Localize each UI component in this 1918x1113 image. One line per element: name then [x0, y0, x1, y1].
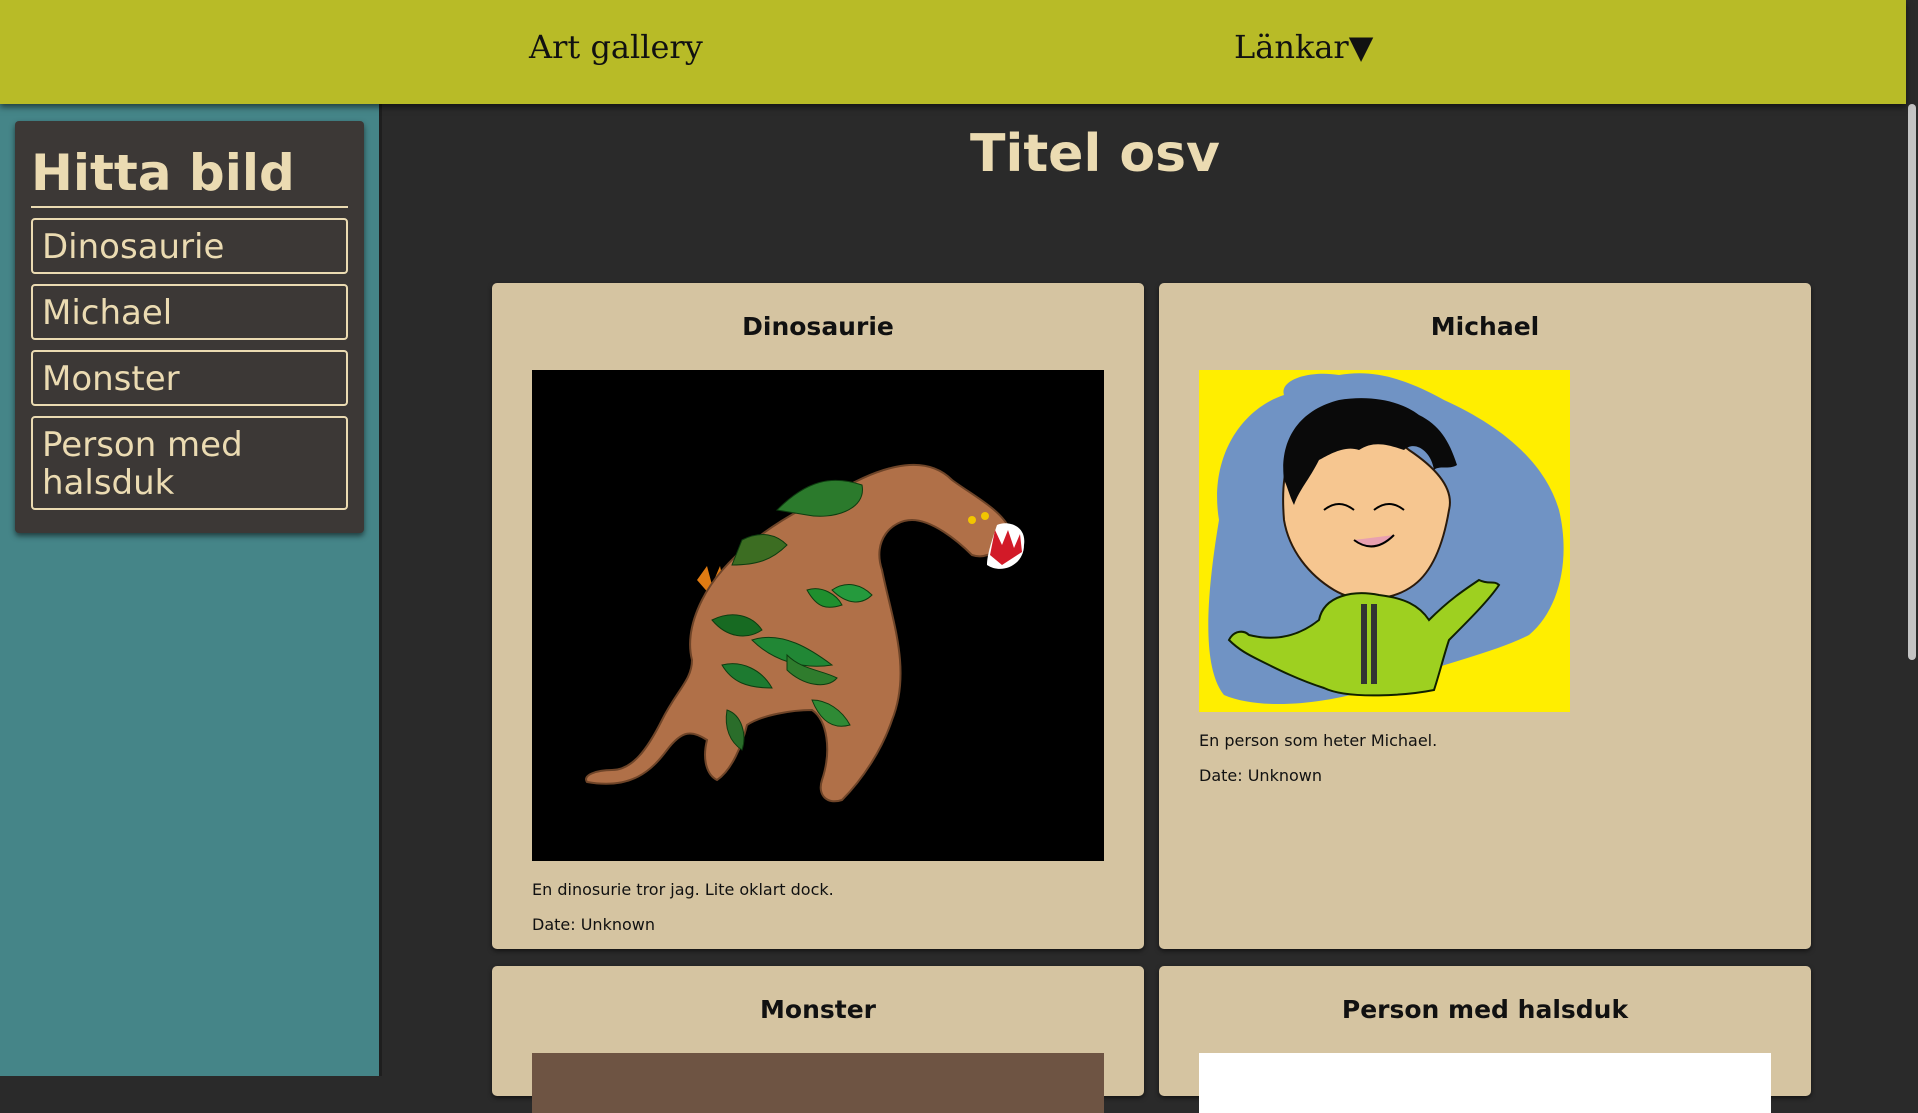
- find-link-monster[interactable]: Monster: [31, 350, 348, 406]
- page-title: Titel osv: [970, 124, 1220, 184]
- card-title: Dinosaurie: [742, 312, 894, 341]
- card-date: Date: Unknown: [532, 915, 655, 934]
- art-card-person-med-halsduk: Person med halsduk: [1159, 966, 1811, 1113]
- card-title: Person med halsduk: [1341, 995, 1629, 1024]
- art-card-monster: Monster: [492, 966, 1144, 1113]
- art-card-dinosaurie: Dinosaurie En dinosurie tror jag. Lite o…: [492, 283, 1144, 949]
- card-date: Date: Unknown: [1199, 766, 1322, 785]
- nav-links-dropdown[interactable]: Länkar▼: [1234, 28, 1373, 66]
- find-image-panel: Hitta bild Dinosaurie Michael Monster Pe…: [15, 121, 364, 533]
- find-link-dinosaurie[interactable]: Dinosaurie: [31, 218, 348, 274]
- card-title: Michael: [1430, 312, 1540, 341]
- top-navbar: Art gallery Länkar▼: [0, 0, 1906, 104]
- find-image-list: Dinosaurie Michael Monster Person med ha…: [31, 218, 348, 510]
- find-link-michael[interactable]: Michael: [31, 284, 348, 340]
- find-link-person-med-halsduk[interactable]: Person med halsduk: [31, 416, 348, 510]
- find-image-title: Hitta bild: [31, 145, 348, 208]
- person-med-halsduk-artwork: [1199, 1053, 1771, 1113]
- card-title: Monster: [760, 995, 876, 1024]
- nav-art-gallery-link[interactable]: Art gallery: [529, 28, 703, 66]
- card-description: En dinosurie tror jag. Lite oklart dock.: [532, 880, 834, 899]
- michael-artwork: [1199, 370, 1570, 712]
- monster-artwork: [532, 1053, 1104, 1113]
- scrollbar-thumb[interactable]: [1908, 104, 1916, 660]
- dinosaur-artwork: [532, 370, 1104, 861]
- art-card-michael: Michael En person som heter Michael. Dat…: [1159, 283, 1811, 949]
- card-description: En person som heter Michael.: [1199, 731, 1438, 750]
- sidebar: Hitta bild Dinosaurie Michael Monster Pe…: [0, 104, 382, 1076]
